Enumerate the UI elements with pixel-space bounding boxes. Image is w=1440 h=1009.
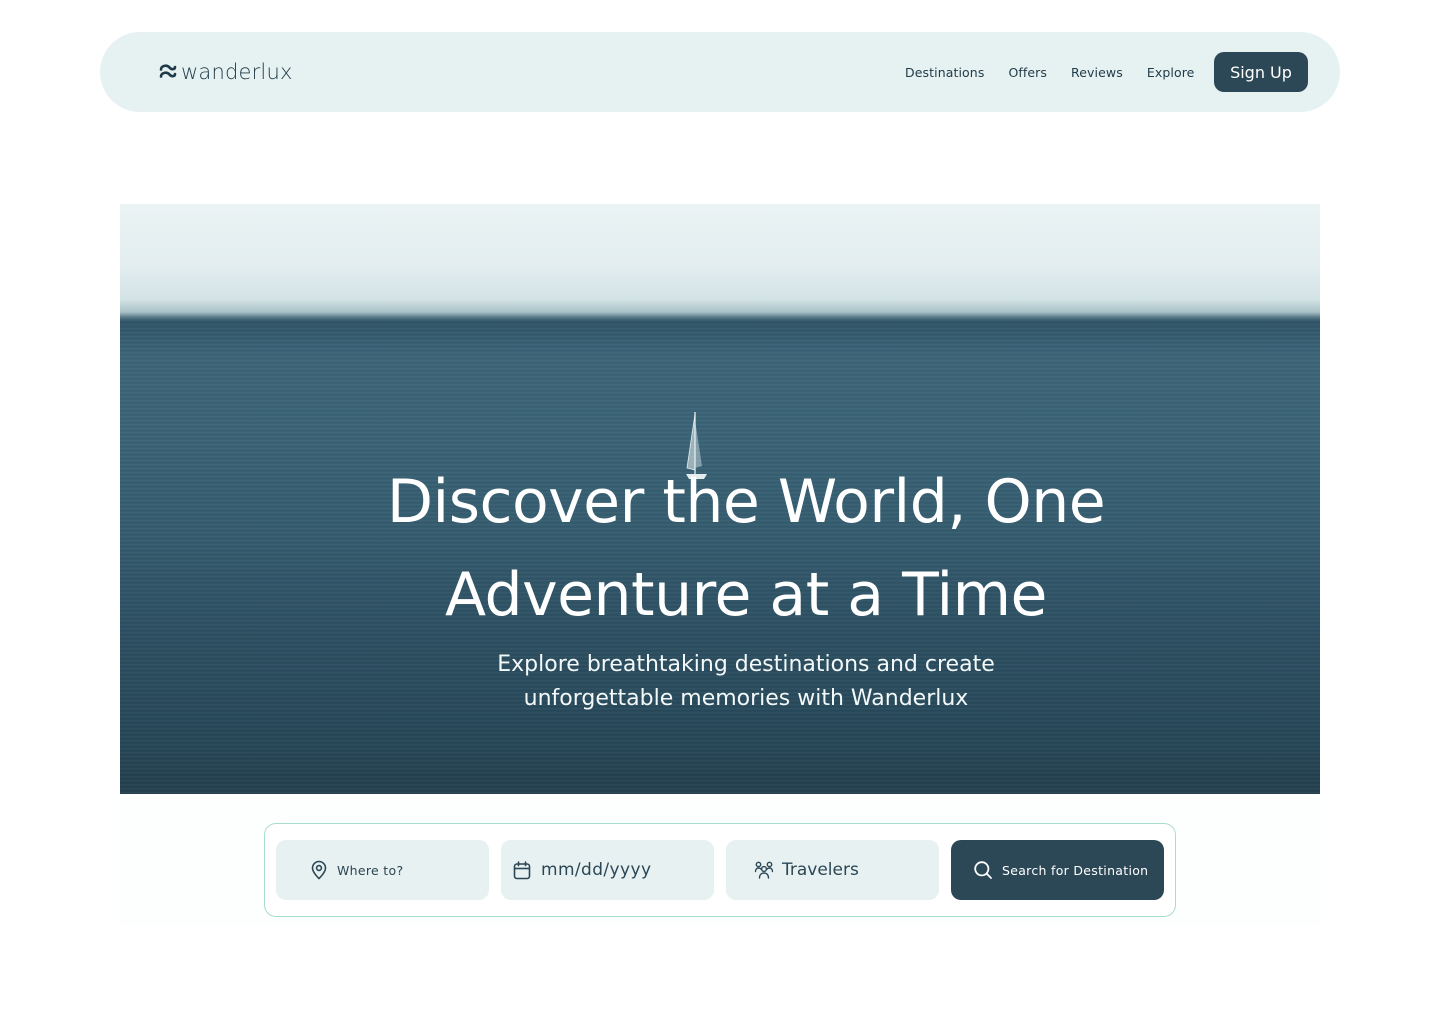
brand-logo[interactable]: wanderlux xyxy=(158,58,293,86)
hero-subtitle: Explore breathtaking destinations and cr… xyxy=(120,648,1320,716)
nav-links: Destinations Offers Reviews Explore xyxy=(905,32,1218,112)
where-input[interactable] xyxy=(337,862,487,878)
travelers-label: Travelers xyxy=(782,860,859,880)
top-navbar: wanderlux Destinations Offers Reviews Ex… xyxy=(100,32,1340,112)
travelers-group-icon xyxy=(754,861,774,879)
where-field[interactable] xyxy=(276,840,489,900)
hero-subtitle-line-2: unforgettable memories with Wanderlux xyxy=(523,686,969,711)
nav-link-reviews[interactable]: Reviews xyxy=(1071,65,1123,80)
hero-heading: Discover the World, One Adventure at a T… xyxy=(120,456,1320,642)
hero-heading-line-2: Adventure at a Time xyxy=(445,560,1047,630)
travelers-field[interactable]: Travelers xyxy=(726,840,939,900)
hero-heading-line-1: Discover the World, One xyxy=(386,467,1106,537)
search-button-label: Search for Destination xyxy=(1002,862,1149,878)
nav-link-offers[interactable]: Offers xyxy=(1008,65,1047,80)
brand-name: wanderlux xyxy=(181,60,293,84)
nav-link-explore[interactable]: Explore xyxy=(1147,65,1195,80)
search-icon xyxy=(974,861,992,879)
hero-banner: Discover the World, One Adventure at a T… xyxy=(120,204,1320,794)
date-field[interactable] xyxy=(501,840,714,900)
sign-up-button[interactable]: Sign Up xyxy=(1214,52,1308,92)
nav-link-destinations[interactable]: Destinations xyxy=(905,65,984,80)
hero-subtitle-line-1: Explore breathtaking destinations and cr… xyxy=(497,652,995,677)
search-destination-button[interactable]: Search for Destination xyxy=(951,840,1164,900)
brand-swirl-icon xyxy=(159,64,177,78)
destination-search-bar: Travelers Search for Destination xyxy=(264,823,1176,917)
calendar-icon xyxy=(513,860,531,879)
location-pin-icon xyxy=(311,860,327,880)
date-input[interactable] xyxy=(541,860,691,880)
